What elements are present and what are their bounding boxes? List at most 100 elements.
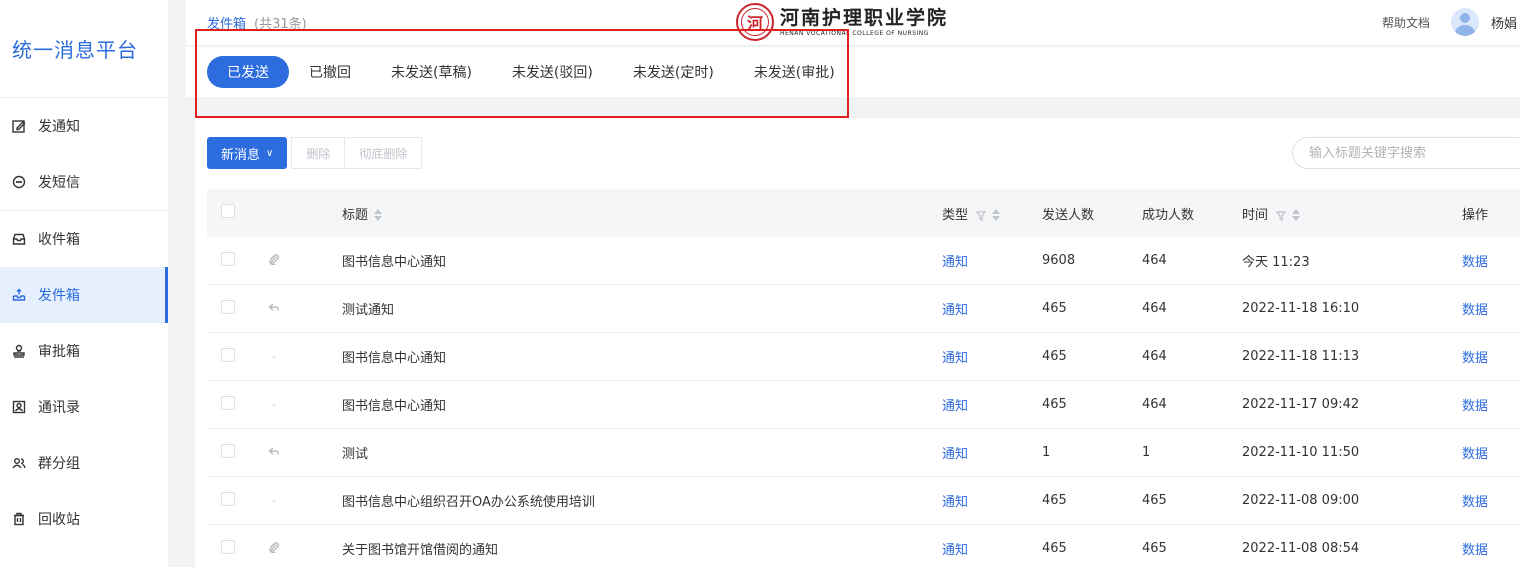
- sidebar-item-outbox[interactable]: 发件箱: [0, 267, 168, 323]
- sidebar-item-trash[interactable]: 回收站: [0, 491, 168, 547]
- sidebar-item-contacts[interactable]: 通讯录: [0, 379, 168, 435]
- row-title[interactable]: 关于图书馆开馆借阅的通知: [342, 539, 942, 558]
- tab-pending-approval[interactable]: 未发送(审批): [734, 56, 855, 88]
- tab-rejected[interactable]: 未发送(驳回): [492, 56, 613, 88]
- top-header: 发件箱 (共31条) 河 河南护理职业学院 HENAN VOCATIONAL CO…: [186, 0, 1520, 46]
- col-title-label: 标题: [342, 207, 369, 223]
- row-sent: 465: [1042, 301, 1067, 316]
- college-seal-icon: 河: [736, 3, 774, 41]
- help-docs-link[interactable]: 帮助文档: [1382, 14, 1430, 31]
- table-row[interactable]: 关于图书馆开馆借阅的通知 通知 465 465 2022-11-08 08:54…: [207, 525, 1520, 567]
- row-title[interactable]: 图书信息中心通知: [342, 251, 942, 270]
- sidebar-item-send-notice[interactable]: 发通知: [0, 98, 168, 154]
- sidebar-item-send-sms[interactable]: 发短信: [0, 154, 168, 210]
- row-type[interactable]: 通知: [942, 395, 1042, 414]
- col-title[interactable]: 标题: [342, 204, 942, 223]
- row-checkbox[interactable]: [221, 299, 235, 314]
- row-title[interactable]: 图书信息中心通知: [342, 395, 942, 414]
- reply-icon: [267, 444, 281, 458]
- sidebar-item-approval[interactable]: 审批箱: [0, 323, 168, 379]
- row-type[interactable]: 通知: [942, 347, 1042, 366]
- sidebar-item-label: 回收站: [38, 512, 80, 528]
- select-all-checkbox[interactable]: [221, 204, 235, 218]
- row-time: 2022-11-18 11:13: [1242, 349, 1360, 364]
- row-data-link[interactable]: 数据: [1462, 491, 1520, 510]
- row-sent: 465: [1042, 349, 1067, 364]
- row-checkbox[interactable]: [221, 347, 235, 362]
- table-row[interactable]: 图书信息中心通知 通知 9608 464 今天 11:23 数据: [207, 237, 1520, 285]
- contacts-icon: [12, 400, 26, 414]
- row-success: 464: [1142, 253, 1167, 268]
- row-sent: 1: [1042, 445, 1051, 460]
- sort-icon[interactable]: [992, 209, 1001, 221]
- row-data-link[interactable]: 数据: [1462, 539, 1520, 558]
- row-data-link[interactable]: 数据: [1462, 299, 1520, 318]
- username[interactable]: 杨娟: [1491, 13, 1517, 32]
- brand-title: 统一消息平台: [0, 0, 168, 98]
- attachment-icon: [267, 252, 281, 266]
- chat-icon: [12, 175, 26, 189]
- tab-draft[interactable]: 未发送(草稿): [371, 56, 492, 88]
- row-type[interactable]: 通知: [942, 251, 1042, 270]
- sidebar-item-groups[interactable]: 群分组: [0, 435, 168, 491]
- sidebar-item-label: 收件箱: [38, 232, 80, 248]
- row-success: 1: [1142, 445, 1151, 460]
- row-title[interactable]: 测试通知: [342, 299, 942, 318]
- row-type[interactable]: 通知: [942, 299, 1042, 318]
- inbox-icon: [12, 232, 26, 246]
- row-data-link[interactable]: 数据: [1462, 347, 1520, 366]
- row-title[interactable]: 图书信息中心通知: [342, 347, 942, 366]
- sidebar-item-label: 通讯录: [38, 400, 80, 416]
- dash-icon: -: [272, 350, 276, 363]
- sidebar-item-label: 群分组: [38, 456, 80, 472]
- row-time: 2022-11-18 16:10: [1242, 301, 1360, 316]
- row-sent: 465: [1042, 541, 1067, 556]
- table-row[interactable]: - 图书信息中心通知 通知 465 464 2022-11-17 09:42 数…: [207, 381, 1520, 429]
- row-title[interactable]: 图书信息中心组织召开OA办公系统使用培训: [342, 491, 942, 510]
- avatar[interactable]: [1451, 8, 1479, 36]
- trash-icon: [12, 512, 26, 526]
- purge-button[interactable]: 彻底删除: [345, 137, 423, 169]
- row-checkbox[interactable]: [221, 395, 235, 410]
- tab-recalled[interactable]: 已撤回: [289, 56, 371, 88]
- breadcrumb: 发件箱 (共31条): [207, 13, 307, 32]
- row-success: 465: [1142, 493, 1167, 508]
- row-data-link[interactable]: 数据: [1462, 395, 1520, 414]
- sort-icon[interactable]: [374, 209, 383, 221]
- sidebar-item-label: 审批箱: [38, 344, 80, 360]
- row-data-link[interactable]: 数据: [1462, 251, 1520, 270]
- table-row[interactable]: 测试通知 通知 465 464 2022-11-18 16:10 数据: [207, 285, 1520, 333]
- col-op: 操作: [1462, 207, 1489, 223]
- table-row[interactable]: - 图书信息中心通知 通知 465 464 2022-11-18 11:13 数…: [207, 333, 1520, 381]
- table-row[interactable]: - 图书信息中心组织召开OA办公系统使用培训 通知 465 465 2022-1…: [207, 477, 1520, 525]
- col-success: 成功人数: [1142, 207, 1195, 223]
- row-checkbox[interactable]: [221, 443, 235, 458]
- row-type[interactable]: 通知: [942, 443, 1042, 462]
- breadcrumb-count: (共31条): [254, 17, 307, 32]
- nav-group-compose: 发通知 发短信: [0, 98, 168, 211]
- sidebar-item-label: 发件箱: [38, 288, 80, 304]
- col-type: 类型: [942, 204, 1042, 223]
- new-message-button[interactable]: 新消息 ∨: [207, 137, 288, 169]
- row-success: 464: [1142, 397, 1167, 412]
- sidebar-item-inbox[interactable]: 收件箱: [0, 211, 168, 267]
- row-data-link[interactable]: 数据: [1462, 443, 1520, 462]
- row-checkbox[interactable]: [221, 539, 235, 554]
- filter-icon[interactable]: [975, 210, 987, 222]
- col-sent: 发送人数: [1042, 207, 1095, 223]
- table-row[interactable]: 测试 通知 1 1 2022-11-10 11:50 数据: [207, 429, 1520, 477]
- row-checkbox[interactable]: [221, 251, 235, 266]
- stamp-icon: [12, 344, 26, 358]
- breadcrumb-outbox[interactable]: 发件箱: [207, 17, 246, 32]
- filter-icon[interactable]: [1275, 210, 1287, 222]
- delete-button[interactable]: 删除: [291, 137, 346, 169]
- tab-sent[interactable]: 已发送: [207, 56, 289, 88]
- row-checkbox[interactable]: [221, 491, 235, 506]
- sidebar-item-label: 发通知: [38, 119, 80, 135]
- tab-scheduled[interactable]: 未发送(定时): [613, 56, 734, 88]
- search-input[interactable]: [1292, 137, 1520, 169]
- row-type[interactable]: 通知: [942, 539, 1042, 558]
- sort-icon[interactable]: [1292, 209, 1301, 221]
- row-title[interactable]: 测试: [342, 443, 942, 462]
- row-type[interactable]: 通知: [942, 491, 1042, 510]
